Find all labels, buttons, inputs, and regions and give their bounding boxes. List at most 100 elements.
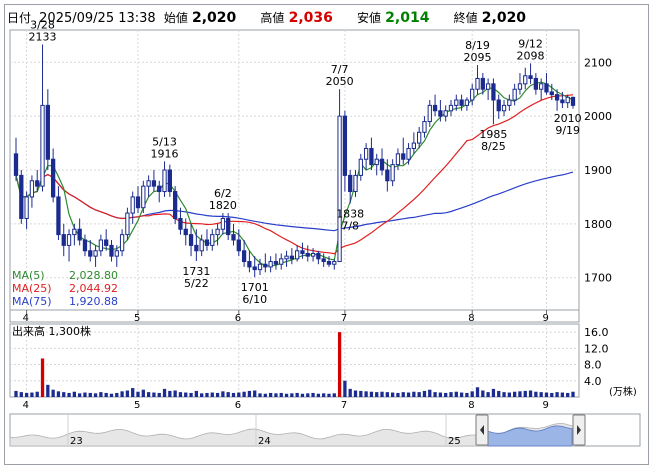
- annotation-date: 5/22: [184, 277, 209, 290]
- candle-body: [348, 174, 353, 193]
- volume-bar: [417, 392, 421, 397]
- volume-bar: [78, 393, 82, 397]
- volume-bar: [157, 392, 161, 397]
- volume-bar: [412, 391, 416, 397]
- price-tick-label: 2000: [584, 110, 612, 123]
- candle-body: [533, 77, 539, 90]
- volume-bar: [146, 392, 151, 397]
- candle-body: [167, 169, 172, 193]
- volume-bar: [316, 393, 321, 397]
- candle-body: [295, 250, 300, 260]
- volume-bar: [184, 392, 188, 397]
- candle-body: [146, 180, 151, 187]
- volume-bar: [518, 391, 522, 397]
- candle-body: [273, 261, 279, 265]
- volume-bar: [247, 390, 252, 397]
- annotation-date: 8/25: [481, 140, 506, 153]
- candle-body: [125, 212, 130, 236]
- volume-bar: [141, 389, 145, 397]
- candle-body: [50, 158, 56, 198]
- volume-bar: [162, 388, 167, 397]
- legend-ma-value: 2,028.80: [69, 269, 118, 282]
- volume-bar: [428, 389, 432, 397]
- candle-body: [130, 196, 135, 214]
- volume-tick-label: 8.0: [584, 359, 602, 372]
- candle-body: [241, 250, 247, 263]
- volume-tick-label: 4.0: [584, 375, 602, 388]
- candle-body: [570, 96, 576, 106]
- candle-body: [475, 77, 480, 90]
- candle-body: [66, 234, 72, 246]
- candle-body: [443, 110, 448, 117]
- volume-bar: [311, 392, 315, 397]
- candle-body: [263, 263, 268, 268]
- price-tick-label: 1800: [584, 218, 612, 231]
- volume-bar: [300, 393, 305, 397]
- volume-bar: [274, 393, 278, 397]
- volume-bar: [465, 392, 469, 397]
- candle-body: [501, 104, 507, 112]
- volume-bar: [475, 387, 480, 397]
- month-label: 9: [542, 313, 548, 324]
- candle-body: [35, 180, 40, 187]
- navigator-year-label: 24: [258, 436, 271, 447]
- candle-body: [512, 88, 517, 101]
- candle-body: [374, 158, 379, 166]
- candle-body: [427, 104, 432, 123]
- candle-body: [172, 191, 178, 219]
- candle-body: [279, 258, 284, 265]
- candle-body: [395, 153, 401, 166]
- navigator-handle-right[interactable]: [572, 414, 586, 446]
- month-label: 7: [341, 313, 347, 324]
- month-label: 5: [134, 313, 140, 324]
- volume-bar: [380, 391, 384, 397]
- navigator-year-label: 23: [70, 436, 83, 447]
- candle-body: [284, 255, 289, 260]
- volume-bar: [93, 393, 98, 397]
- volume-bar: [332, 393, 336, 397]
- candle-body: [549, 91, 554, 96]
- volume-bar: [136, 391, 140, 397]
- candle-body: [417, 131, 422, 144]
- annotation-value: 2095: [464, 51, 492, 64]
- stock-chart: 210020001900180017003/2821335/1319166/21…: [9, 19, 641, 447]
- volume-bar: [24, 392, 29, 397]
- volume-bar: [555, 392, 559, 397]
- volume-month-label: 5: [134, 400, 140, 411]
- candle-body: [199, 239, 204, 252]
- volume-month-label: 6: [235, 400, 241, 411]
- navigator-handle-left[interactable]: [475, 414, 489, 446]
- legend-ma-name: MA(25): [12, 282, 52, 295]
- candle-body: [236, 239, 241, 252]
- candle-body: [194, 244, 199, 252]
- candle-body: [390, 164, 395, 182]
- volume-bar: [422, 390, 427, 397]
- volume-bar: [528, 390, 533, 397]
- volume-bar: [19, 392, 23, 397]
- volume-panel: [9, 323, 580, 398]
- volume-bar: [566, 392, 570, 397]
- volume-bar: [109, 393, 114, 397]
- volume-bar: [40, 358, 45, 397]
- month-axis: [9, 309, 580, 323]
- volume-bar: [343, 380, 347, 397]
- candle-body: [342, 115, 348, 176]
- candle-body: [109, 244, 114, 257]
- candle-body: [93, 250, 98, 257]
- volume-title: 出来高 1,300株: [12, 324, 91, 338]
- volume-month-label: 8: [468, 400, 474, 411]
- candle-body: [517, 83, 523, 90]
- candle-body: [141, 185, 146, 209]
- volume-bar: [30, 392, 34, 397]
- candle-body: [61, 234, 66, 246]
- volume-bar: [242, 391, 246, 397]
- candle-body: [247, 261, 252, 268]
- candle-body: [523, 75, 528, 85]
- annotation-value: 2133: [29, 31, 57, 44]
- volume-bar: [375, 392, 379, 397]
- annotation-date: 6/10: [242, 293, 267, 306]
- candle-body: [56, 196, 61, 236]
- volume-bar: [88, 392, 92, 397]
- volume-bar: [226, 392, 230, 397]
- volume-bar: [539, 392, 543, 397]
